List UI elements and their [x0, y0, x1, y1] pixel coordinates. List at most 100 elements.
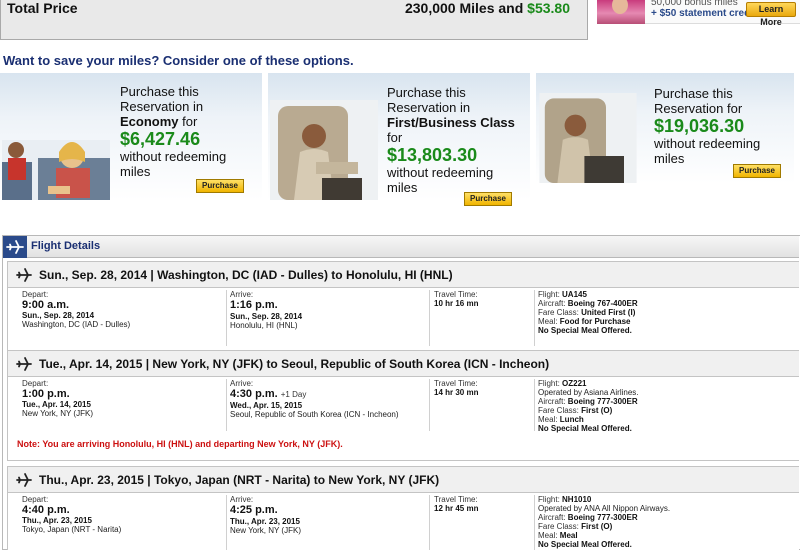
option-intro: Purchase this Reservation for [654, 86, 743, 116]
purchase-first-business-button[interactable]: Purchase [464, 192, 512, 206]
airplane-icon [16, 268, 32, 282]
total-miles: 230,000 Miles and [404, 0, 524, 16]
purchase-option-third: Purchase this Reservation for $19,036.30… [536, 73, 794, 183]
travel-time-column: Travel Time: 12 hr 45 mn [434, 495, 529, 513]
arrive-label: Arrive: [230, 379, 254, 388]
flight-info-column: Flight: UA145 Aircraft: Boeing 767-400ER… [538, 290, 798, 335]
total-cash: $53.80 [527, 0, 570, 16]
save-miles-heading: Want to save your miles? Consider one of… [3, 53, 354, 68]
travel-time-column: Travel Time: 10 hr 16 mn [434, 290, 529, 308]
arrive-date: Sun., Sep. 28, 2014 [230, 312, 303, 321]
depart-column: Depart: 9:00 a.m. Sun., Sep. 28, 2014 Wa… [22, 290, 212, 329]
arrive-column: Arrive: 4:25 p.m. Thu., Apr. 23, 2015 Ne… [230, 495, 430, 535]
fare-class: Fare Class: First (O) [538, 406, 613, 415]
option-intro: Purchase this Reservation in [387, 85, 471, 115]
arrive-place: Seoul, Republic of South Korea (ICN - In… [230, 410, 399, 419]
option-outro: without redeeming miles [387, 165, 494, 195]
segment-header: Sun., Sep. 28, 2014 | Washington, DC (IA… [8, 262, 799, 288]
fare-class: Fare Class: United First (I) [538, 308, 636, 317]
flight-number: Flight: NH1010 [538, 495, 592, 504]
flight-info-column: Flight: NH1010 Operated by ANA All Nippo… [538, 495, 798, 549]
arrive-label: Arrive: [230, 290, 254, 299]
third-option-price: $19,036.30 [654, 116, 745, 136]
option-for: for [387, 130, 403, 145]
flight-details-header: Flight Details [3, 236, 799, 258]
depart-date: Sun., Sep. 28, 2014 [22, 311, 95, 320]
flight-number: Flight: UA145 [538, 290, 587, 299]
option-outro: without redeeming miles [654, 136, 761, 166]
flight-number: Flight: OZ221 [538, 379, 587, 388]
total-price-value: 230,000 Miles and $53.80 [405, 0, 570, 16]
arrive-label: Arrive: [230, 495, 254, 504]
option-class: First/Business Class [387, 115, 515, 130]
depart-time: 4:40 p.m. [22, 504, 70, 516]
economy-price: $6,427.46 [120, 129, 201, 149]
total-price-label: Total Price [7, 0, 78, 16]
travel-time: 14 hr 30 mn [434, 388, 479, 397]
depart-label: Depart: [22, 290, 49, 299]
segment-title: Tue., Apr. 14, 2015 | New York, NY (JFK)… [39, 357, 550, 371]
airplane-icon [16, 473, 32, 487]
learn-more-button[interactable]: Learn More [746, 2, 796, 27]
flight-details-title: Flight Details [31, 240, 101, 252]
special-meal: No Special Meal Offered. [538, 540, 632, 549]
arrive-time: 4:30 p.m. +1 Day [230, 388, 307, 400]
special-meal: No Special Meal Offered. [538, 424, 632, 433]
arrive-time: 1:16 p.m. [230, 299, 278, 311]
option-for: for [182, 114, 198, 129]
airplane-icon [3, 236, 27, 258]
aircraft: Aircraft: Boeing 777-300ER [538, 513, 638, 522]
first-class-passenger-photo [270, 100, 378, 200]
option-class: Economy [120, 114, 179, 129]
arrive-date: Thu., Apr. 23, 2015 [230, 517, 300, 526]
segment-title: Thu., Apr. 23, 2015 | Tokyo, Japan (NRT … [39, 473, 440, 487]
flight-info-column: Flight: OZ221 Operated by Asiana Airline… [538, 379, 798, 433]
ad-bonus-miles: 50,000 bonus miles [651, 0, 738, 8]
first-business-option-text: Purchase this Reservation in First/Busin… [387, 85, 527, 195]
ad-statement-credit: + $50 statement credit [651, 8, 757, 19]
connection-note: Note: You are arriving Honolulu, HI (HNL… [17, 439, 343, 449]
aircraft: Aircraft: Boeing 777-300ER [538, 397, 638, 406]
flight-segment-1: Sun., Sep. 28, 2014 | Washington, DC (IA… [7, 261, 799, 353]
travel-time-label: Travel Time: [434, 495, 478, 504]
segment-title: Sun., Sep. 28, 2014 | Washington, DC (IA… [39, 268, 453, 282]
meal: Meal: Food for Purchase [538, 317, 631, 326]
seated-passenger-photo [539, 93, 637, 183]
purchase-economy-button[interactable]: Purchase [196, 179, 244, 193]
depart-place: Washington, DC (IAD - Dulles) [22, 320, 131, 329]
segment-header: Tue., Apr. 14, 2015 | New York, NY (JFK)… [8, 351, 799, 377]
meal: Meal: Meal [538, 531, 578, 540]
aircraft: Aircraft: Boeing 767-400ER [538, 299, 638, 308]
economy-passengers-photo [2, 140, 110, 200]
option-intro: Purchase this Reservation in [120, 84, 204, 114]
travel-time-label: Travel Time: [434, 379, 478, 388]
travel-time: 12 hr 45 mn [434, 504, 479, 513]
segment-header: Thu., Apr. 23, 2015 | Tokyo, Japan (NRT … [8, 467, 799, 493]
option-outro: without redeeming miles [120, 149, 227, 179]
depart-date: Tue., Apr. 14, 2015 [22, 400, 91, 409]
purchase-option-first-business: Purchase this Reservation in First/Busin… [268, 73, 530, 206]
flight-details-panel: Flight Details Sun., Sep. 28, 2014 | Was… [2, 235, 800, 550]
depart-column: Depart: 1:00 p.m. Tue., Apr. 14, 2015 Ne… [22, 379, 212, 418]
meal: Meal: Lunch [538, 415, 584, 424]
depart-label: Depart: [22, 379, 49, 388]
arrive-place: New York, NY (JFK) [230, 526, 301, 535]
credit-card-ad[interactable]: 50,000 bonus miles + $50 statement credi… [597, 0, 800, 27]
airplane-icon [16, 357, 32, 371]
depart-place: Tokyo, Japan (NRT - Narita) [22, 525, 122, 534]
third-option-text: Purchase this Reservation for $19,036.30… [654, 86, 788, 166]
fare-class: Fare Class: First (O) [538, 522, 613, 531]
total-price-bar: Total Price 230,000 Miles and $53.80 [0, 0, 588, 40]
travel-time: 10 hr 16 mn [434, 299, 479, 308]
purchase-third-button[interactable]: Purchase [733, 164, 781, 178]
travel-time-column: Travel Time: 14 hr 30 mn [434, 379, 529, 397]
arrive-place: Honolulu, HI (HNL) [230, 321, 298, 330]
ad-photo [597, 0, 645, 24]
depart-date: Thu., Apr. 23, 2015 [22, 516, 92, 525]
first-business-price: $13,803.30 [387, 145, 478, 165]
arrive-column: Arrive: 1:16 p.m. Sun., Sep. 28, 2014 Ho… [230, 290, 430, 330]
purchase-option-economy: Purchase this Reservation in Economy for… [0, 73, 262, 200]
economy-option-text: Purchase this Reservation in Economy for… [120, 84, 250, 179]
arrive-column: Arrive: 4:30 p.m. +1 Day Wed., Apr. 15, … [230, 379, 430, 419]
arrive-date: Wed., Apr. 15, 2015 [230, 401, 303, 410]
